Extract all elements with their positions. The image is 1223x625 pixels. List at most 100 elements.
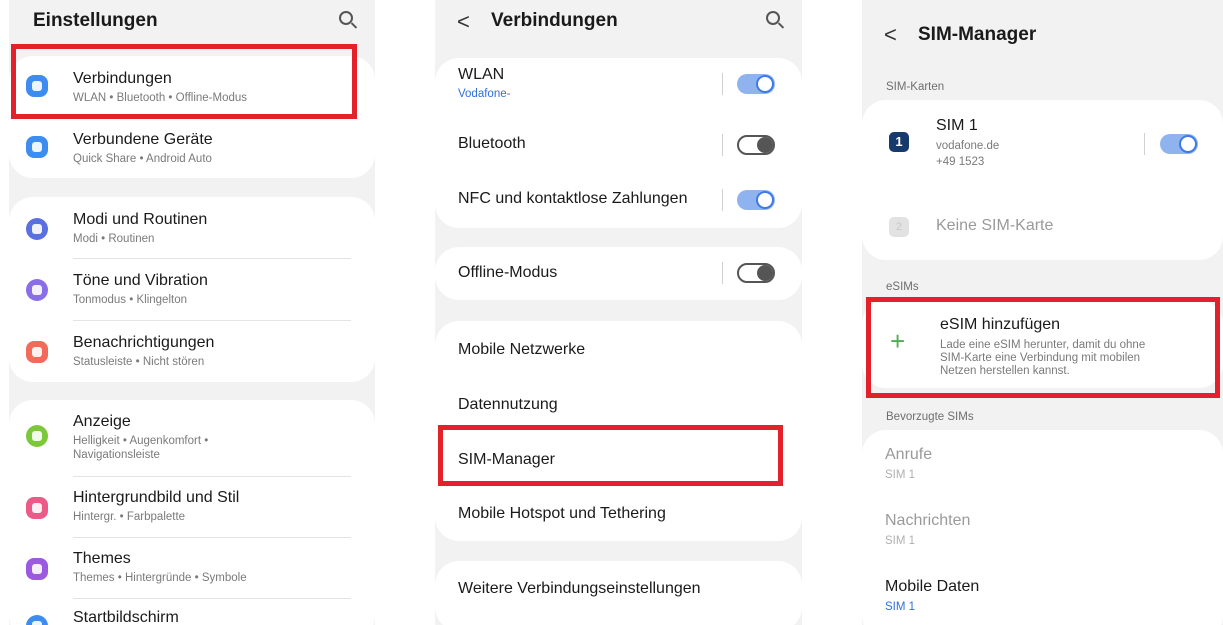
- sim1-badge-icon: 1: [889, 132, 909, 152]
- sim1-toggle[interactable]: [1160, 134, 1198, 154]
- page-title: Einstellungen: [33, 10, 158, 31]
- settings-item-anzeige[interactable]: Anzeige Helligkeit • Augenkomfort • Navi…: [9, 400, 375, 476]
- datennutzung-row[interactable]: Datennutzung: [435, 378, 802, 432]
- settings-screen: Einstellungen Verbindungen WLAN • Blueto…: [9, 0, 375, 625]
- item-subtitle: Quick Share • Android Auto: [73, 153, 212, 165]
- settings-card-3: Anzeige Helligkeit • Augenkomfort • Navi…: [9, 400, 375, 625]
- nachrichten-value: SIM 1: [885, 535, 916, 547]
- section-header: SIM-Karten: [886, 81, 945, 93]
- nachrichten-row: Nachrichten SIM 1: [862, 496, 1223, 562]
- item-title: Verbundene Geräte: [73, 131, 213, 148]
- back-icon[interactable]: <: [884, 22, 897, 48]
- settings-item-themes[interactable]: Themes Themes • Hintergründe • Symbole: [9, 537, 375, 598]
- sim1-row[interactable]: 1 SIM 1 vodafone.de +49 1523: [862, 100, 1223, 185]
- hotspot-row[interactable]: Mobile Hotspot und Tethering: [435, 487, 802, 541]
- weitere-row[interactable]: Weitere Verbindungseinstellungen: [435, 561, 802, 617]
- nfc-toggle[interactable]: [737, 190, 775, 210]
- mobile-netzwerke-label: Mobile Netzwerke: [458, 341, 586, 358]
- section-header: Bevorzugte SIMs: [886, 411, 974, 423]
- header: Einstellungen: [9, 0, 375, 50]
- page-title: SIM-Manager: [918, 24, 1037, 45]
- sun-icon: [26, 425, 48, 447]
- highlight-box: [866, 297, 1220, 398]
- nfc-label: NFC und kontaktlose Zahlungen: [458, 190, 688, 207]
- item-title: Benachrichtigungen: [73, 334, 215, 351]
- divider: [722, 73, 723, 95]
- sim2-row: 2 Keine SIM-Karte: [862, 200, 1223, 255]
- wlan-toggle[interactable]: [737, 74, 775, 94]
- check-circle-icon: [26, 218, 48, 240]
- speaker-icon: [26, 279, 48, 301]
- divider: [722, 189, 723, 211]
- item-subtitle-2: Navigationsleiste: [73, 449, 160, 461]
- mobile-daten-value: SIM 1: [885, 601, 916, 613]
- settings-item-benachrichtigungen[interactable]: Benachrichtigungen Statusleiste • Nicht …: [9, 320, 375, 382]
- sim1-carrier: vodafone.de: [936, 140, 1000, 152]
- mobile-daten-row[interactable]: Mobile Daten SIM 1: [862, 562, 1223, 625]
- bluetooth-label: Bluetooth: [458, 135, 526, 152]
- anrufe-title: Anrufe: [885, 446, 933, 463]
- wlan-row[interactable]: WLAN Vodafone-: [435, 58, 802, 110]
- page-title: Verbindungen: [491, 10, 618, 31]
- palette-icon: [26, 558, 48, 580]
- anrufe-value: SIM 1: [885, 469, 916, 481]
- item-title: Startbildschirm: [73, 609, 179, 625]
- sim2-name: Keine SIM-Karte: [936, 217, 1054, 234]
- offline-toggle[interactable]: [737, 263, 775, 283]
- settings-item-verbundene-geraete[interactable]: Verbundene Geräte Quick Share • Android …: [9, 117, 375, 178]
- settings-item-startbildschirm[interactable]: Startbildschirm: [9, 598, 375, 625]
- image-icon: [26, 497, 48, 519]
- item-subtitle: Helligkeit • Augenkomfort •: [73, 435, 209, 447]
- connections-card-2: Offline-Modus: [435, 247, 802, 300]
- notification-icon: [26, 341, 48, 363]
- sim2-badge-icon: 2: [889, 217, 909, 237]
- item-title: Anzeige: [73, 413, 131, 430]
- connections-card-4: Weitere Verbindungseinstellungen: [435, 561, 802, 625]
- connections-card-1: WLAN Vodafone- Bluetooth NFC und kontakt…: [435, 58, 802, 228]
- nachrichten-title: Nachrichten: [885, 512, 971, 529]
- bluetooth-toggle[interactable]: [737, 135, 775, 155]
- back-icon[interactable]: <: [457, 9, 470, 35]
- header: < Verbindungen: [435, 0, 802, 50]
- divider: [722, 262, 723, 284]
- section-header: eSIMs: [886, 281, 919, 293]
- nfc-row[interactable]: NFC und kontaktlose Zahlungen: [435, 174, 802, 228]
- item-subtitle: Statusleiste • Nicht stören: [73, 356, 205, 368]
- item-subtitle: Tonmodus • Klingelton: [73, 294, 187, 306]
- wlan-network: Vodafone-: [458, 88, 511, 100]
- item-subtitle: Themes • Hintergründe • Symbole: [73, 572, 247, 584]
- preferred-sims-card: Anrufe SIM 1 Nachrichten SIM 1 Mobile Da…: [862, 430, 1223, 625]
- mobile-netzwerke-row[interactable]: Mobile Netzwerke: [435, 321, 802, 378]
- bluetooth-row[interactable]: Bluetooth: [435, 118, 802, 170]
- offline-row[interactable]: Offline-Modus: [435, 247, 802, 300]
- weitere-label: Weitere Verbindungseinstellungen: [458, 580, 701, 597]
- anrufe-row: Anrufe SIM 1: [862, 430, 1223, 496]
- sim-card-list: 1 SIM 1 vodafone.de +49 1523 2 Keine SIM…: [862, 100, 1223, 260]
- settings-item-modi[interactable]: Modi und Routinen Modi • Routinen: [9, 197, 375, 258]
- item-title: Hintergrundbild und Stil: [73, 489, 240, 506]
- divider: [722, 134, 723, 156]
- settings-card-2: Modi und Routinen Modi • Routinen Töne u…: [9, 197, 375, 382]
- settings-item-hintergrundbild[interactable]: Hintergrundbild und Stil Hintergr. • Far…: [9, 476, 375, 537]
- header: < SIM-Manager: [862, 0, 1223, 50]
- item-subtitle: Modi • Routinen: [73, 233, 155, 245]
- settings-item-toene[interactable]: Töne und Vibration Tonmodus • Klingelton: [9, 258, 375, 320]
- item-subtitle: Hintergr. • Farbpalette: [73, 511, 186, 523]
- search-icon[interactable]: [339, 11, 353, 25]
- search-icon[interactable]: [766, 11, 780, 25]
- datennutzung-label: Datennutzung: [458, 396, 558, 413]
- highlight-box: [438, 425, 783, 486]
- item-title: Modi und Routinen: [73, 211, 208, 228]
- item-title: Töne und Vibration: [73, 272, 208, 289]
- highlight-box: [11, 44, 357, 119]
- divider: [1144, 133, 1145, 155]
- sim1-number: +49 1523: [936, 156, 985, 168]
- wlan-label: WLAN: [458, 66, 505, 83]
- sim1-name: SIM 1: [936, 117, 978, 134]
- devices-icon: [26, 136, 48, 158]
- home-icon: [26, 615, 48, 625]
- hotspot-label: Mobile Hotspot und Tethering: [458, 505, 666, 522]
- item-title: Themes: [73, 550, 131, 567]
- mobile-daten-title: Mobile Daten: [885, 578, 980, 595]
- sim-manager-screen: < SIM-Manager SIM-Karten 1 SIM 1 vodafon…: [862, 0, 1223, 625]
